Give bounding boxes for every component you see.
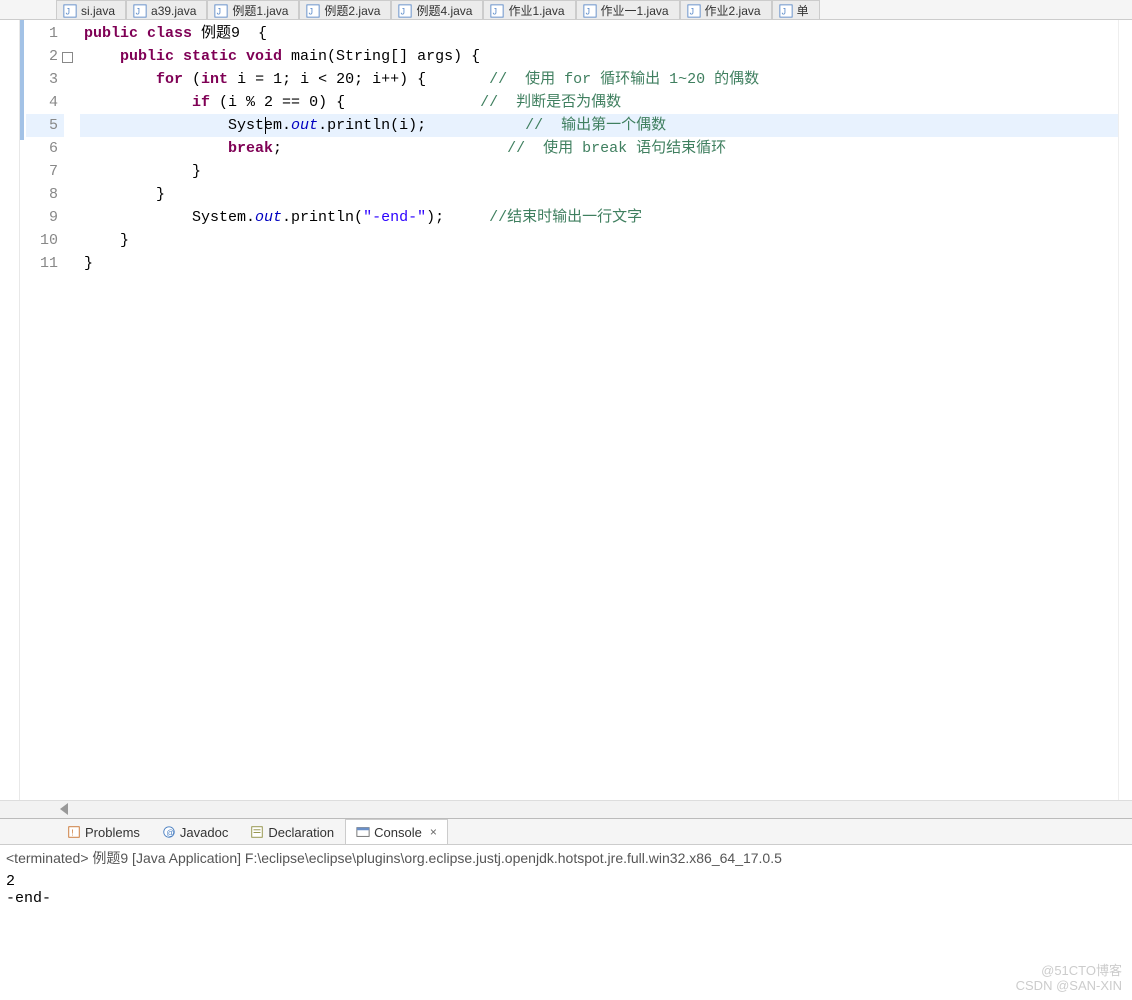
svg-text:J: J (585, 6, 589, 16)
code-line[interactable]: } (80, 229, 1118, 252)
java-file-icon: J (214, 4, 228, 18)
editor-tab[interactable]: J 作业1.java (483, 0, 575, 19)
tab-label: 例题1.java (232, 2, 288, 19)
code-line[interactable]: public static void main(String[] args) { (80, 45, 1118, 68)
tab-label: 例题2.java (324, 2, 380, 19)
code-line[interactable]: if (i % 2 == 0) { // 判断是否为偶数 (80, 91, 1118, 114)
line-number: 3 (26, 68, 64, 91)
code-line[interactable]: public class 例题9 { (80, 22, 1118, 45)
editor-tab[interactable]: J 例题1.java (207, 0, 299, 19)
tab-label: 作业1.java (508, 2, 564, 19)
code-line[interactable]: System.out.println("-end-"); //结束时输出一行文字 (80, 206, 1118, 229)
editor-tab[interactable]: J a39.java (126, 0, 207, 19)
code-line[interactable]: } (80, 183, 1118, 206)
tab-label: a39.java (151, 4, 196, 18)
tab-javadoc[interactable]: @ Javadoc (151, 819, 239, 844)
line-number: 9 (26, 206, 64, 229)
svg-text:J: J (401, 6, 405, 16)
tab-label: Console (374, 825, 422, 840)
declaration-icon (250, 825, 264, 839)
java-file-icon: J (133, 4, 147, 18)
tab-label: 单 (797, 2, 809, 19)
tab-label: 例题4.java (416, 2, 472, 19)
problems-icon: ! (67, 825, 81, 839)
line-gutter: 1 2 3 4 5 6 7 8 9 10 11 (26, 20, 64, 800)
scroll-left-icon[interactable] (60, 803, 68, 815)
java-file-icon: J (583, 4, 597, 18)
line-number: 10 (26, 229, 64, 252)
code-line[interactable]: } (80, 160, 1118, 183)
editor-tab[interactable]: J 作业一1.java (576, 0, 680, 19)
fold-gutter (64, 20, 80, 800)
editor-tab[interactable]: J si.java (56, 0, 126, 19)
tab-label: 作业2.java (705, 2, 761, 19)
svg-text:J: J (136, 6, 140, 16)
line-number: 1 (26, 22, 64, 45)
editor-margin (0, 20, 20, 800)
svg-text:J: J (781, 6, 785, 16)
tab-label: Problems (85, 825, 140, 840)
line-number: 6 (26, 137, 64, 160)
code-line[interactable]: } (80, 252, 1118, 275)
console-icon (356, 825, 370, 839)
java-file-icon: J (306, 4, 320, 18)
text-cursor (265, 117, 266, 134)
editor-tab[interactable]: J 例题2.java (299, 0, 391, 19)
code-line[interactable]: break; // 使用 break 语句结束循环 (80, 137, 1118, 160)
console-output[interactable]: 2 -end- (0, 871, 1132, 1000)
java-file-icon: J (63, 4, 77, 18)
code-area[interactable]: public class 例题9 { public static void ma… (80, 20, 1118, 800)
svg-text:J: J (689, 6, 693, 16)
editor-tab[interactable]: J 单 (772, 0, 820, 19)
tab-label: Javadoc (180, 825, 228, 840)
tab-label: 作业一1.java (601, 2, 669, 19)
tab-problems[interactable]: ! Problems (56, 819, 151, 844)
line-number: 4 (26, 91, 64, 114)
java-file-icon: J (398, 4, 412, 18)
svg-text:J: J (309, 6, 313, 16)
code-line-current[interactable]: System.out.println(i); // 输出第一个偶数 (80, 114, 1118, 137)
line-number: 2 (26, 45, 64, 68)
code-editor[interactable]: 1 2 3 4 5 6 7 8 9 10 11 public class 例题9… (0, 20, 1132, 800)
editor-tab[interactable]: J 作业2.java (680, 0, 772, 19)
java-file-icon: J (490, 4, 504, 18)
tab-declaration[interactable]: Declaration (239, 819, 345, 844)
bottom-panel: ! Problems @ Javadoc Declaration Console… (0, 818, 1132, 1000)
svg-text:!: ! (71, 829, 73, 838)
line-number: 11 (26, 252, 64, 275)
close-icon[interactable]: × (430, 825, 437, 839)
svg-text:@: @ (166, 829, 174, 838)
tab-label: si.java (81, 4, 115, 18)
watermark: @51CTO博客 CSDN @SAN-XIN (1016, 963, 1122, 994)
java-file-icon: J (779, 4, 793, 18)
svg-text:J: J (217, 6, 221, 16)
tab-label: Declaration (268, 825, 334, 840)
bottom-tab-bar: ! Problems @ Javadoc Declaration Console… (0, 819, 1132, 845)
editor-tab[interactable]: J 例题4.java (391, 0, 483, 19)
line-number: 7 (26, 160, 64, 183)
java-file-icon: J (687, 4, 701, 18)
tab-console[interactable]: Console × (345, 819, 448, 844)
console-status: <terminated> 例题9 [Java Application] F:\e… (0, 845, 1132, 871)
svg-text:J: J (493, 6, 497, 16)
horizontal-scrollbar[interactable] (0, 800, 1132, 818)
javadoc-icon: @ (162, 825, 176, 839)
overview-ruler[interactable] (1118, 20, 1132, 800)
code-line[interactable]: for (int i = 1; i < 20; i++) { // 使用 for… (80, 68, 1118, 91)
line-number: 8 (26, 183, 64, 206)
line-number: 5 (26, 114, 64, 137)
svg-text:J: J (66, 6, 70, 16)
editor-tab-bar: J si.java J a39.java J 例题1.java J 例题2.ja… (0, 0, 1132, 20)
